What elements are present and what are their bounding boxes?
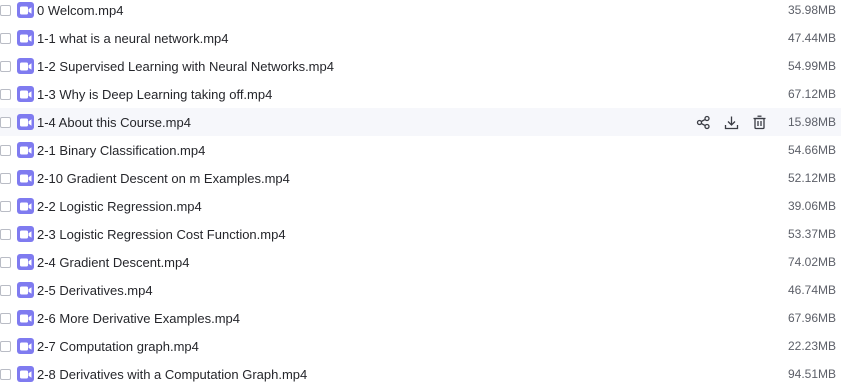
file-size: 39.06MB <box>787 199 836 213</box>
file-name[interactable]: 2-8 Derivatives with a Computation Graph… <box>37 367 307 382</box>
file-size: 74.02MB <box>787 255 836 269</box>
file-name[interactable]: 1-4 About this Course.mp4 <box>37 115 191 130</box>
file-name[interactable]: 0 Welcom.mp4 <box>37 3 123 18</box>
row-checkbox[interactable] <box>0 340 11 352</box>
file-name[interactable]: 2-10 Gradient Descent on m Examples.mp4 <box>37 171 290 186</box>
video-file-icon <box>17 142 34 158</box>
row-checkbox[interactable] <box>0 4 11 16</box>
file-row[interactable]: 1-2 Supervised Learning with Neural Netw… <box>0 52 841 80</box>
row-checkbox[interactable] <box>0 88 11 100</box>
row-checkbox[interactable] <box>0 312 11 324</box>
video-file-icon <box>17 254 34 270</box>
file-size: 15.98MB <box>787 115 836 129</box>
file-name[interactable]: 2-4 Gradient Descent.mp4 <box>37 255 189 270</box>
row-checkbox[interactable] <box>0 116 11 128</box>
file-name[interactable]: 2-2 Logistic Regression.mp4 <box>37 199 202 214</box>
row-checkbox[interactable] <box>0 144 11 156</box>
file-name[interactable]: 2-5 Derivatives.mp4 <box>37 283 153 298</box>
file-name[interactable]: 1-1 what is a neural network.mp4 <box>37 31 228 46</box>
file-name[interactable]: 1-2 Supervised Learning with Neural Netw… <box>37 59 334 74</box>
delete-icon[interactable] <box>750 113 768 131</box>
file-size: 94.51MB <box>787 367 836 381</box>
file-size: 54.66MB <box>787 143 836 157</box>
file-row[interactable]: 1-1 what is a neural network.mp4 47.44MB <box>0 24 841 52</box>
file-row[interactable]: 2-5 Derivatives.mp4 46.74MB <box>0 276 841 304</box>
video-file-icon <box>17 338 34 354</box>
file-row[interactable]: 2-3 Logistic Regression Cost Function.mp… <box>0 220 841 248</box>
video-file-icon <box>17 282 34 298</box>
file-list: 0 Welcom.mp4 35.98MB 1-1 what is a neura… <box>0 0 841 388</box>
row-checkbox[interactable] <box>0 200 11 212</box>
file-name[interactable]: 1-3 Why is Deep Learning taking off.mp4 <box>37 87 272 102</box>
file-row[interactable]: 2-10 Gradient Descent on m Examples.mp4 … <box>0 164 841 192</box>
file-name[interactable]: 2-3 Logistic Regression Cost Function.mp… <box>37 227 286 242</box>
file-size: 35.98MB <box>787 3 836 17</box>
row-checkbox[interactable] <box>0 172 11 184</box>
share-icon[interactable] <box>694 113 712 131</box>
file-size: 53.37MB <box>787 227 836 241</box>
video-file-icon <box>17 226 34 242</box>
video-file-icon <box>17 310 34 326</box>
file-name[interactable]: 2-1 Binary Classification.mp4 <box>37 143 205 158</box>
video-file-icon <box>17 366 34 382</box>
file-size: 47.44MB <box>787 31 836 45</box>
download-icon[interactable] <box>722 113 740 131</box>
row-checkbox[interactable] <box>0 368 11 380</box>
video-file-icon <box>17 170 34 186</box>
file-row[interactable]: 2-8 Derivatives with a Computation Graph… <box>0 360 841 388</box>
file-size: 22.23MB <box>787 339 836 353</box>
file-row[interactable]: 1-3 Why is Deep Learning taking off.mp4 … <box>0 80 841 108</box>
video-file-icon <box>17 114 34 130</box>
file-size: 52.12MB <box>787 171 836 185</box>
file-row[interactable]: 2-4 Gradient Descent.mp4 74.02MB <box>0 248 841 276</box>
row-checkbox[interactable] <box>0 228 11 240</box>
file-size: 67.96MB <box>787 311 836 325</box>
video-file-icon <box>17 30 34 46</box>
video-file-icon <box>17 198 34 214</box>
file-row[interactable]: 2-2 Logistic Regression.mp4 39.06MB <box>0 192 841 220</box>
row-actions <box>694 113 778 131</box>
file-row[interactable]: 0 Welcom.mp4 35.98MB <box>0 0 841 24</box>
file-size: 54.99MB <box>787 59 836 73</box>
row-checkbox[interactable] <box>0 32 11 44</box>
file-size: 46.74MB <box>787 283 836 297</box>
file-size: 67.12MB <box>787 87 836 101</box>
file-name[interactable]: 2-7 Computation graph.mp4 <box>37 339 199 354</box>
file-row[interactable]: 2-7 Computation graph.mp4 22.23MB <box>0 332 841 360</box>
video-file-icon <box>17 86 34 102</box>
file-row-hovered[interactable]: 1-4 About this Course.mp4 15.98MB <box>0 108 841 136</box>
file-row[interactable]: 2-1 Binary Classification.mp4 54.66MB <box>0 136 841 164</box>
file-row[interactable]: 2-6 More Derivative Examples.mp4 67.96MB <box>0 304 841 332</box>
video-file-icon <box>17 58 34 74</box>
row-checkbox[interactable] <box>0 284 11 296</box>
row-checkbox[interactable] <box>0 256 11 268</box>
row-checkbox[interactable] <box>0 60 11 72</box>
video-file-icon <box>17 2 34 18</box>
file-name[interactable]: 2-6 More Derivative Examples.mp4 <box>37 311 240 326</box>
